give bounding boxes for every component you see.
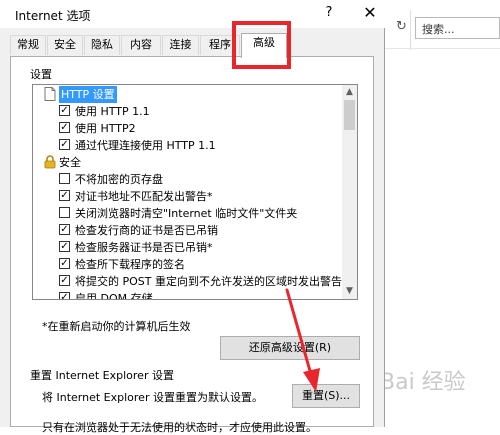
tab-general[interactable]: 常规: [10, 35, 46, 55]
scroll-thumb[interactable]: [344, 100, 355, 130]
item-label: 关闭浏览器时清空"Internet 临时文件"文件夹: [75, 207, 298, 220]
settings-group-label: 设置: [30, 68, 52, 81]
item-label: 对证书地址不匹配发出警告*: [75, 190, 213, 203]
settings-scrollbar[interactable]: ▲ ▼: [342, 85, 357, 299]
checkbox[interactable]: ✓: [59, 275, 70, 286]
checkbox[interactable]: ✓: [59, 241, 70, 252]
checkbox[interactable]: ✓: [59, 139, 70, 150]
watermark-logo: Bai 经验: [380, 370, 466, 395]
category-label: HTTP 设置: [59, 86, 117, 103]
item-label: 检查发行商的证书是否已吊销: [75, 224, 218, 237]
item-label: 使用 HTTP 1.1: [75, 105, 150, 118]
tree-item[interactable]: 关闭浏览器时清空"Internet 临时文件"文件夹: [33, 205, 343, 222]
tree-item[interactable]: ✓ 使用 HTTP 1.1: [33, 103, 343, 120]
tree-item[interactable]: ✓ 检查服务器证书是否已吊销*: [33, 239, 343, 256]
checkbox[interactable]: [59, 173, 70, 184]
item-label: 使用 HTTP2: [75, 122, 136, 135]
scroll-up-icon[interactable]: ▲: [342, 85, 357, 100]
tree-item[interactable]: ✓ 通过代理连接使用 HTTP 1.1: [33, 137, 343, 154]
toolbar-divider: [410, 10, 411, 50]
scroll-down-icon[interactable]: ▼: [342, 284, 357, 299]
refresh-icon[interactable]: ↻: [396, 19, 407, 34]
checkbox[interactable]: [59, 207, 70, 218]
highlight-box: [232, 21, 291, 69]
checkbox[interactable]: ✓: [59, 258, 70, 269]
tree-item[interactable]: ✓ 将提交的 POST 重定向到不允许发送的区域时发出警告: [33, 273, 343, 290]
tree-item[interactable]: ✓ 启用 DOM 存储: [33, 290, 343, 300]
checkbox[interactable]: ✓: [59, 224, 70, 235]
dialog-title: Internet 选项: [15, 9, 91, 23]
reset-section-label: 重置 Internet Explorer 设置: [30, 369, 174, 382]
close-button[interactable]: ✕: [358, 3, 382, 23]
tree-item[interactable]: ✓ 检查发行商的证书是否已吊销: [33, 222, 343, 239]
tree-category-http[interactable]: HTTP 设置: [33, 86, 343, 103]
item-label: 将提交的 POST 重定向到不允许发送的区域时发出警告: [75, 275, 342, 288]
browser-search-input[interactable]: 搜索...: [415, 17, 500, 39]
restore-advanced-settings-button[interactable]: 还原高级设置(R): [220, 336, 360, 360]
checkbox[interactable]: ✓: [59, 190, 70, 201]
tab-privacy[interactable]: 隐私: [84, 35, 120, 55]
tab-connections[interactable]: 连接: [162, 35, 199, 55]
browser-background: [385, 0, 500, 427]
reset-warning-text: 只有在浏览器处于无法使用的状态时，才应使用此设置。: [42, 421, 317, 434]
item-label: 检查所下载程序的签名: [75, 258, 185, 271]
internet-options-dialog: Internet 选项 ? ✕ 常规 安全 隐私 内容 连接 程序 高级 设置 …: [0, 0, 385, 434]
tree-item[interactable]: ✓ 检查所下载程序的签名: [33, 256, 343, 273]
item-label: 通过代理连接使用 HTTP 1.1: [75, 139, 216, 152]
item-label: 不将加密的页存盘: [75, 173, 163, 186]
restart-note: *在重新启动你的计算机后生效: [42, 320, 191, 333]
item-label: 启用 DOM 存储: [75, 292, 153, 300]
reset-button[interactable]: 重置(S)...: [292, 384, 360, 408]
checkbox[interactable]: ✓: [59, 105, 70, 116]
tab-content[interactable]: 内容: [121, 35, 161, 55]
tree-item[interactable]: ✓ 对证书地址不匹配发出警告*: [33, 188, 343, 205]
reset-description: 将 Internet Explorer 设置重置为默认设置。: [42, 391, 263, 404]
toolbar-border: [385, 48, 500, 49]
lock-icon: [44, 155, 56, 169]
category-label: 安全: [59, 156, 81, 169]
tree-item[interactable]: ✓ 使用 HTTP2: [33, 120, 343, 137]
tree-category-security[interactable]: 安全: [33, 154, 343, 171]
document-icon: [44, 87, 56, 101]
settings-tree[interactable]: HTTP 设置 ✓ 使用 HTTP 1.1 ✓ 使用 HTTP2 ✓ 通过代理连…: [32, 84, 358, 300]
checkbox[interactable]: ✓: [59, 122, 70, 133]
item-label: 检查服务器证书是否已吊销*: [75, 241, 213, 254]
title-bar: Internet 选项 ? ✕: [0, 0, 385, 28]
tab-strip: 常规 安全 隐私 内容 连接 程序 高级: [10, 33, 370, 58]
help-button[interactable]: ?: [319, 3, 339, 23]
tree-item[interactable]: 不将加密的页存盘: [33, 171, 343, 188]
tab-security[interactable]: 安全: [47, 35, 83, 55]
checkbox[interactable]: ✓: [59, 292, 70, 299]
